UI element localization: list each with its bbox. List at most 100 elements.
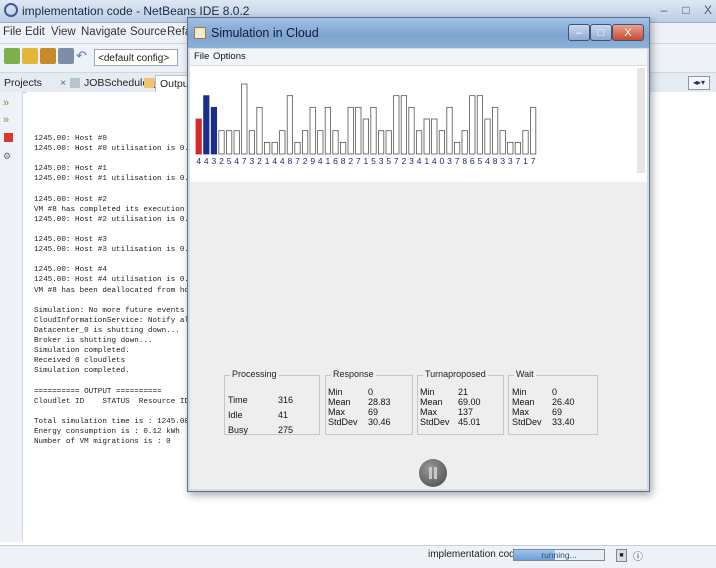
tab-close-icon[interactable]: × [60,75,66,91]
cancel-task-button[interactable]: ■ [616,549,627,562]
output-line: Simulation completed. [34,347,130,356]
chart-bar [324,106,331,155]
wait-stat-label: StdDev [512,417,542,427]
chart-bar [370,106,377,155]
menu-navigate[interactable]: Navigate [81,26,126,38]
chart-category-label: 4 [432,156,437,166]
output-line: 1245.00: Host #4 [34,266,107,275]
ide-statusbar [0,545,716,568]
chart-category-label: 7 [516,156,521,166]
wait-stat-label: Min [512,387,527,397]
ide-maximize-button[interactable]: □ [676,3,696,18]
notifications-icon[interactable]: ⓘ [633,548,645,563]
chart-bar [529,106,537,155]
sim-menu-options[interactable]: Options [213,51,246,62]
output-line: Simulation completed. [34,367,130,376]
chart-bar [446,106,453,155]
chart-bar [203,95,210,155]
run-progress-bar: running... [513,549,605,561]
chart-bar [279,130,286,155]
pause-icon [429,467,437,479]
output-line: VM #8 has been deallocated from host #2 [34,286,212,295]
simulation-window: Simulation in Cloud – □ X File Options 4… [187,17,650,492]
output-line: 1245.00: Host #2 [34,195,107,204]
tab-projects[interactable]: Projects [4,75,42,91]
wait-stat-value: 69 [552,407,563,417]
chart-category-label: 5 [371,156,376,166]
menu-file[interactable]: File [3,26,22,38]
chart-bar [415,130,423,155]
java-app-icon [194,27,206,39]
output-line: Received 0 cloudlets [34,357,126,366]
menu-edit[interactable]: Edit [25,26,45,38]
chart-bar [423,118,430,155]
chart-bar [491,106,499,155]
chart-category-label: 9 [310,156,315,166]
chart-bar [241,83,248,155]
output-line: 1245.00: Host #1 [34,165,107,174]
sim-menu-file[interactable]: File [194,51,209,62]
simulation-title: Simulation in Cloud [211,26,319,40]
new-file-icon[interactable] [22,48,38,64]
output-line: Datacenter_0 is shutting down... [34,326,180,335]
chart-category-label: 8 [462,156,467,166]
turnaround-stat-label: Max [420,407,438,417]
turnaround-stat-value: 69.00 [458,397,481,407]
wait-stat-label: Max [512,407,530,417]
chart-bar [226,130,233,155]
output-line: 1245.00: Host #0 utilisation is 0.00% [34,145,203,154]
chart-category-label: 2 [303,156,308,166]
chart-bar [408,106,415,155]
chart-bar [431,118,438,155]
chart-category-label: 1 [265,156,270,166]
output-line: Number of VM migrations is : 0 [34,438,171,446]
chart-category-label: 5 [478,156,483,166]
chart-category-label: 1 [326,156,331,166]
chart-bar [294,141,301,155]
output-line: 1245.00: Host #1 utilisation is 0.00% [34,175,203,184]
chart-bar [438,130,445,155]
processing-stat-label: Busy [228,425,249,435]
chart-category-label: 7 [356,156,361,166]
processing-stat-value: 275 [278,425,294,435]
processing-title: Processing [230,369,279,379]
configuration-select[interactable]: <default config> [94,49,178,66]
rerun-icon[interactable]: » [3,98,15,109]
chart-category-label: 4 [417,156,422,166]
chart-scrollbar[interactable] [637,68,645,173]
stop-icon[interactable] [4,133,13,142]
menu-view[interactable]: View [51,26,76,38]
wait-stat-value: 0 [552,387,558,397]
ide-close-button[interactable]: X [698,3,716,18]
chart-bar [453,141,461,155]
sim-maximize-button[interactable]: □ [590,24,612,41]
tab-scroll-buttons[interactable]: ◂▸▾ [688,76,710,90]
wait-title: Wait [514,369,536,379]
chart-category-label: 3 [379,156,384,166]
chart-category-label: 8 [493,156,498,166]
open-project-icon[interactable] [40,48,56,64]
chart-bar [264,141,271,155]
new-project-icon[interactable] [4,48,20,64]
rerun-with-params-icon[interactable]: » [3,115,15,126]
chart-category-label: 2 [257,156,262,166]
chart-category-label: 4 [234,156,239,166]
response-stat-label: Min [328,387,343,397]
chart-category-label: 3 [447,156,452,166]
chart-category-label: 1 [523,156,528,166]
turnaround-title: Turnaproposed [423,369,488,379]
ide-minimize-button[interactable]: – [654,3,674,18]
sim-close-button[interactable]: X [612,24,644,41]
chart-category-label: 8 [288,156,293,166]
output-line: 1245.00: Host #4 utilisation is 0.00% [34,276,203,285]
processing-stat-value: 316 [278,395,294,405]
netbeans-app-icon [4,3,18,17]
chart-bar [499,130,506,155]
sim-minimize-button[interactable]: – [568,24,590,41]
save-all-icon[interactable] [58,48,74,64]
chart-bar [347,106,354,155]
menu-source[interactable]: Source [130,26,166,38]
settings-icon[interactable]: ⚙ [3,151,15,161]
pause-button[interactable] [419,459,447,487]
output-line: ========== OUTPUT ========== [34,387,162,396]
